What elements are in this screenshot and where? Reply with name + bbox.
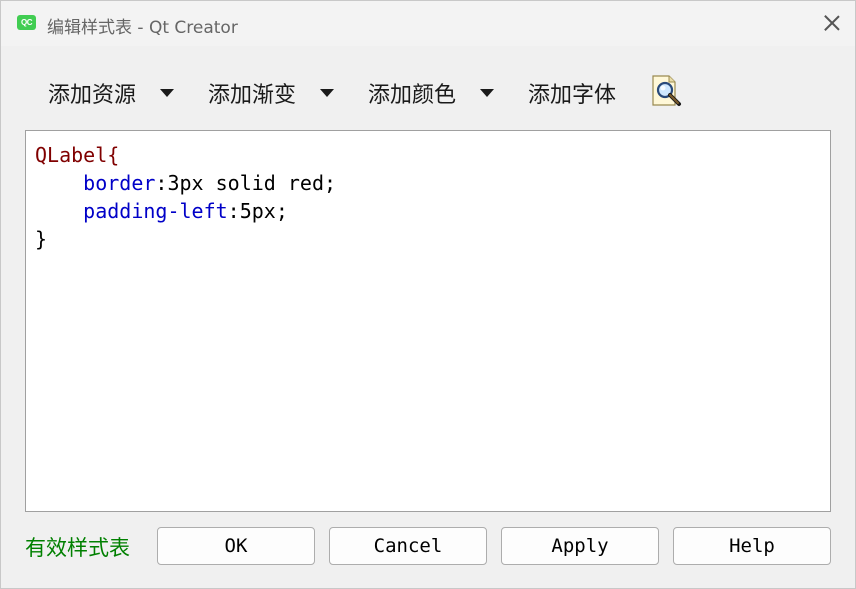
property-token: border <box>83 171 156 195</box>
brace-token: } <box>35 227 48 251</box>
value-token: :5px; <box>227 199 288 223</box>
code-line: QLabel{ <box>35 143 119 167</box>
apply-button[interactable]: Apply <box>501 527 659 565</box>
cancel-button[interactable]: Cancel <box>329 527 487 565</box>
add-gradient-label: 添加渐变 <box>208 83 297 108</box>
property-token: padding-left <box>83 199 228 223</box>
toolbar: 添加资源 添加渐变 添加颜色 添加字体 <box>1 63 856 123</box>
dropdown-arrow-icon[interactable] <box>160 89 175 97</box>
indent-token <box>35 199 83 223</box>
code-content[interactable]: QLabel{ border:3px solid red; padding-le… <box>35 141 336 253</box>
stylesheet-editor[interactable]: QLabel{ border:3px solid red; padding-le… <box>25 130 831 512</box>
code-line: border:3px solid red; <box>35 171 336 195</box>
selector-token: QLabel <box>35 143 108 167</box>
add-gradient-button[interactable]: 添加渐变 <box>208 77 335 109</box>
stylesheet-dialog: QC 编辑样式表 - Qt Creator 添加资源 添加渐变 添加颜色 添加字… <box>0 0 856 589</box>
brace-token: { <box>107 143 120 167</box>
dropdown-arrow-icon[interactable] <box>480 89 495 97</box>
indent-token <box>35 171 83 195</box>
title-bar[interactable]: QC 编辑样式表 - Qt Creator <box>1 1 855 46</box>
add-color-button[interactable]: 添加颜色 <box>368 77 495 109</box>
window-title: 编辑样式表 - Qt Creator <box>47 18 238 38</box>
dropdown-arrow-icon[interactable] <box>320 89 335 97</box>
help-button[interactable]: Help <box>673 527 831 565</box>
add-font-label: 添加字体 <box>528 83 617 108</box>
close-icon[interactable] <box>821 12 843 34</box>
code-line: padding-left:5px; <box>35 199 288 223</box>
add-resource-label: 添加资源 <box>48 83 137 108</box>
validity-status: 有效样式表 <box>25 536 130 560</box>
add-font-button[interactable]: 添加字体 <box>528 77 616 109</box>
add-resource-button[interactable]: 添加资源 <box>48 77 175 109</box>
find-icon[interactable] <box>649 73 685 109</box>
qt-creator-icon: QC <box>17 15 36 30</box>
add-color-label: 添加颜色 <box>368 83 457 108</box>
code-line: } <box>35 227 47 251</box>
value-token: :3px solid red; <box>155 171 337 195</box>
ok-button[interactable]: OK <box>157 527 315 565</box>
